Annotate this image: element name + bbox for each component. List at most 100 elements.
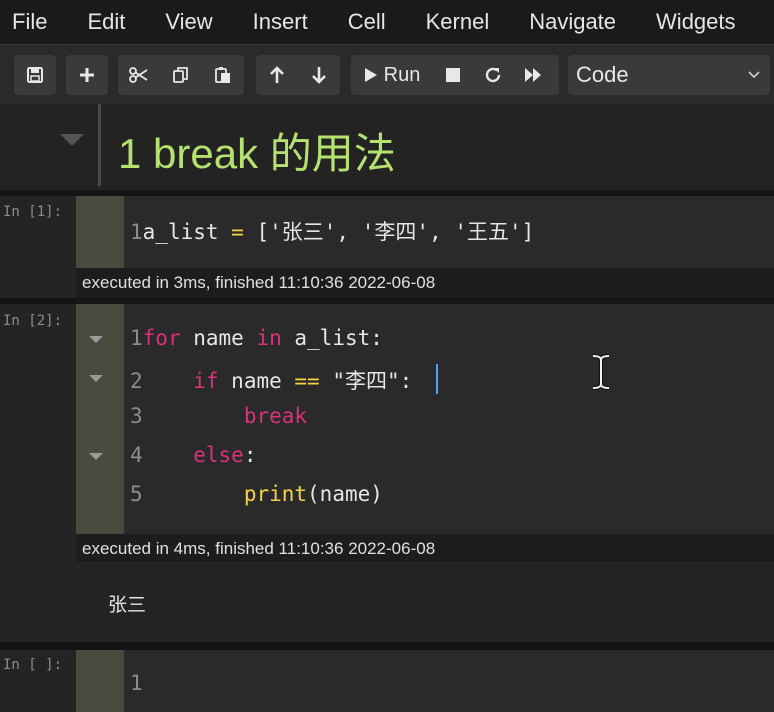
run-group: Run	[351, 55, 559, 95]
code-token: ]	[521, 220, 535, 244]
code-token: :	[243, 443, 257, 467]
execution-time: executed in 4ms, finished 11:10:36 2022-…	[82, 539, 436, 558]
restart-button[interactable]	[473, 55, 513, 95]
edit-group	[118, 55, 244, 95]
code-token: for	[142, 326, 181, 350]
menu-insert[interactable]: Insert	[241, 9, 308, 35]
code-token: ,	[429, 220, 455, 244]
menu-view[interactable]: View	[153, 9, 212, 35]
input-prompt: In [ ]:	[3, 657, 63, 673]
code-token: =	[231, 220, 244, 244]
line-number: 1	[130, 671, 143, 695]
paste-icon	[215, 67, 230, 83]
code-token: print	[243, 482, 308, 506]
code-token: in	[256, 326, 282, 350]
interrupt-button[interactable]	[433, 55, 473, 95]
menu-navigate[interactable]: Navigate	[517, 9, 616, 35]
code-line: 4 else:	[130, 443, 256, 467]
move-down-button[interactable]	[298, 55, 340, 95]
line-gutter	[76, 650, 124, 712]
code-line: 1for name in a_list:	[130, 326, 383, 350]
insert-cell-button[interactable]	[66, 55, 108, 95]
stop-icon	[446, 68, 460, 82]
code-line: 2 if name == "李四":	[130, 365, 412, 395]
code-token: ,	[336, 220, 362, 244]
input-prompt: In [2]:	[3, 313, 63, 329]
code-token: '张三'	[269, 220, 337, 244]
text-cursor	[436, 364, 438, 394]
code-line: 5 print(name)	[130, 482, 383, 506]
paste-button[interactable]	[202, 55, 244, 95]
code-editor[interactable]	[124, 650, 774, 712]
cell-separator	[0, 642, 774, 650]
copy-icon	[173, 67, 188, 83]
copy-button[interactable]	[160, 55, 202, 95]
move-group	[256, 55, 340, 95]
menu-kernel[interactable]: Kernel	[414, 9, 490, 35]
code-line: 1	[130, 671, 143, 695]
input-prompt: In [1]:	[3, 204, 63, 220]
code-token: a_list	[142, 220, 232, 244]
code-token: (name)	[307, 482, 383, 506]
fast-forward-icon	[525, 68, 541, 82]
menu-widgets[interactable]: Widgets	[644, 9, 735, 35]
ibeam-cursor-icon	[592, 354, 610, 390]
line-number: 4	[130, 443, 143, 467]
output-text: 张三	[108, 595, 147, 616]
code-line: 3 break	[130, 404, 307, 428]
menu-bar: File Edit View Insert Cell Kernel Naviga…	[0, 0, 774, 44]
arrow-up-icon	[270, 66, 284, 83]
code-token: name	[218, 369, 295, 393]
plus-icon	[80, 68, 94, 82]
menu-edit[interactable]: Edit	[75, 9, 125, 35]
cut-button[interactable]	[118, 55, 160, 95]
play-icon	[364, 68, 377, 82]
code-token: '李四'	[361, 220, 430, 244]
line-number: 1	[130, 220, 143, 244]
save-icon	[27, 67, 43, 83]
markdown-heading: 1 break 的用法	[118, 130, 396, 177]
line-number: 5	[130, 482, 143, 506]
heading-indent-bar	[98, 104, 101, 186]
run-label: Run	[383, 63, 421, 86]
fold-arrow-icon[interactable]	[89, 375, 103, 382]
code-token: if	[193, 369, 219, 393]
code-token: break	[243, 404, 308, 428]
cell-type-value: Code	[576, 62, 629, 87]
menu-file[interactable]: File	[0, 9, 47, 35]
code-line: 1a_list = ['张三', '李四', '王五']	[130, 216, 534, 246]
menu-cell[interactable]: Cell	[336, 9, 386, 35]
execution-time: executed in 3ms, finished 11:10:36 2022-…	[82, 273, 436, 292]
restart-run-all-button[interactable]	[513, 55, 553, 95]
run-button[interactable]: Run	[351, 55, 433, 95]
line-gutter	[76, 196, 124, 268]
collapse-heading-icon[interactable]	[60, 134, 84, 146]
restart-icon	[485, 67, 501, 83]
code-token: '王五'	[454, 220, 522, 244]
code-token: a_list:	[281, 326, 383, 350]
save-button[interactable]	[14, 55, 56, 95]
chevron-down-icon	[748, 71, 760, 79]
scissors-icon	[129, 67, 148, 83]
toolbar: Run Code	[0, 44, 774, 105]
arrow-down-icon	[312, 67, 326, 84]
insert-group	[66, 55, 108, 95]
cell-type-select[interactable]: Code	[568, 55, 770, 95]
save-group	[14, 55, 56, 95]
move-up-button[interactable]	[256, 55, 298, 95]
fold-arrow-icon[interactable]	[89, 336, 103, 343]
code-token: ==	[294, 369, 320, 393]
line-number: 1	[130, 326, 143, 350]
code-token: :	[399, 369, 413, 393]
fold-arrow-icon[interactable]	[89, 453, 103, 460]
code-token: else	[193, 443, 244, 467]
line-number: 3	[130, 404, 143, 428]
code-token: "李四"	[332, 369, 400, 393]
code-token: [	[243, 220, 270, 244]
line-number: 2	[130, 369, 143, 393]
